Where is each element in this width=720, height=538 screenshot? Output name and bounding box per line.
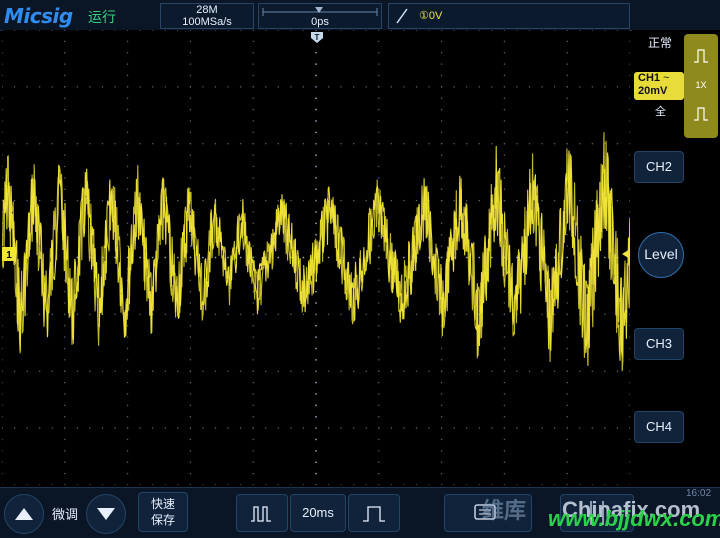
ch2-button[interactable]: CH2 xyxy=(634,151,684,183)
run-status[interactable]: 运行 xyxy=(88,7,116,27)
horizontal-position-control[interactable]: 0ps xyxy=(258,3,382,29)
trigger-level-knob[interactable]: Level xyxy=(638,232,684,278)
ch1-settings-button[interactable]: CH1 ~ 20mV xyxy=(634,72,684,100)
timebase-decrease-button[interactable] xyxy=(236,494,288,532)
timebase-value[interactable]: 20ms xyxy=(290,494,346,532)
triangle-down-icon xyxy=(97,508,115,520)
svg-text:T: T xyxy=(315,33,320,42)
ch1-scale: 20mV xyxy=(638,85,668,97)
brand-logo: Micsig xyxy=(4,4,73,28)
quick-save-line1: 快速 xyxy=(150,497,175,511)
top-status-bar: Micsig 运行 28M 100MSa/s 0ps ①0V xyxy=(0,0,720,31)
triangle-up-icon xyxy=(15,508,33,520)
probe-factor[interactable]: 1X xyxy=(684,80,718,90)
fine-tune-up-button[interactable] xyxy=(4,494,44,534)
right-side-panel: 正常 CH1 ~ 20mV 全 1X CH2 Level CH3 CH4 xyxy=(632,30,720,485)
timebase-increase-button[interactable] xyxy=(348,494,400,532)
fine-tune-down-button[interactable] xyxy=(86,494,126,534)
sample-rate: 100MSa/s xyxy=(182,16,232,28)
ch1-label: CH1 xyxy=(638,72,661,84)
narrow-pulse-icon xyxy=(251,506,271,522)
ch3-button[interactable]: CH3 xyxy=(634,328,684,360)
fine-tune-label: 微调 xyxy=(52,507,79,522)
waveform-display[interactable]: T 1 xyxy=(2,30,630,485)
wide-pulse-icon xyxy=(363,506,385,522)
memory-depth: 28M xyxy=(196,4,218,16)
watermark-url: www.bjjdwx.com xyxy=(548,506,720,531)
trigger-info[interactable]: ①0V xyxy=(388,3,630,29)
watermark-brand: 维库 xyxy=(482,498,527,523)
level-label: Level xyxy=(644,246,678,262)
quick-save-line2: 保存 xyxy=(150,513,175,527)
horizontal-position: 0ps xyxy=(311,16,329,28)
ch1-ground-marker[interactable]: 1 xyxy=(2,247,16,261)
trigger-level: ①0V xyxy=(419,10,443,22)
trigger-mode[interactable]: 正常 xyxy=(648,34,672,51)
ch4-button[interactable]: CH4 xyxy=(634,411,684,443)
quick-save-button[interactable]: 快速 保存 xyxy=(138,492,188,532)
coupling-symbol: ~ xyxy=(663,72,670,84)
svg-text:1: 1 xyxy=(6,250,12,261)
ch1-probe-panel[interactable]: 1X xyxy=(684,34,718,138)
acquisition-info[interactable]: 28M 100MSa/s xyxy=(160,3,254,29)
rising-edge-icon xyxy=(396,8,408,24)
ch1-bandwidth: 全 xyxy=(655,106,666,118)
